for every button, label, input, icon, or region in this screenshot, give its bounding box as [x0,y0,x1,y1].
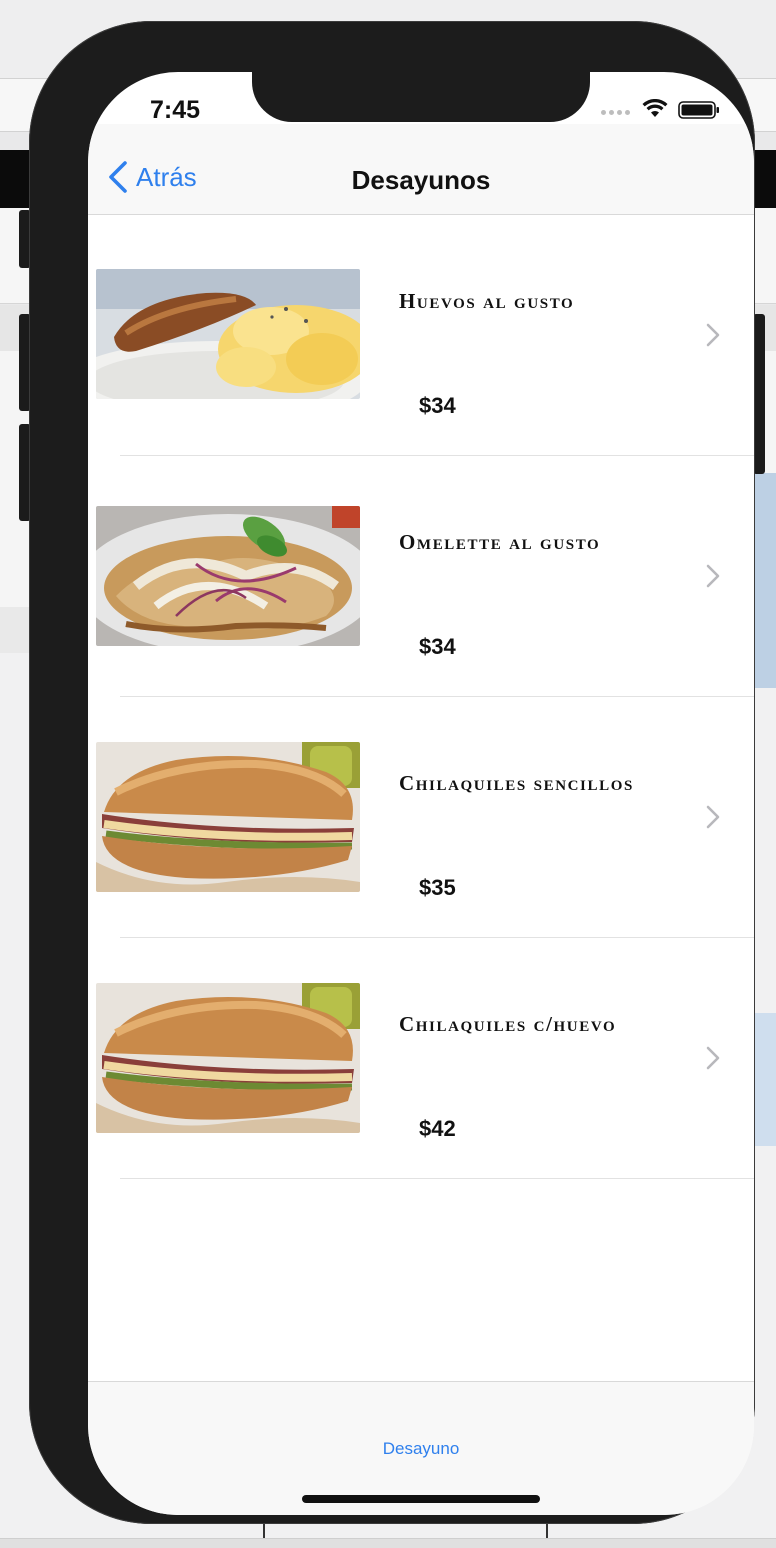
list-item[interactable]: Huevos al gusto $34 [88,215,754,456]
wifi-icon [642,99,668,117]
list-item[interactable]: Omelette al gusto $34 [88,456,754,697]
chevron-right-icon [706,1046,720,1070]
item-price: $34 [419,634,456,659]
item-name: Huevos al gusto [399,289,575,313]
chevron-right-icon [706,323,720,347]
signal-icon [601,110,630,115]
page-title: Desayunos [351,165,491,195]
list-item[interactable]: Chilaquiles sencillos $35 [88,697,754,938]
tab-bar: Desayuno [88,1381,754,1515]
item-name: Chilaquiles c/huevo [399,1012,617,1036]
background-bottom-bar [0,1538,776,1548]
chevron-right-icon [706,805,720,829]
list-item[interactable]: Chilaquiles c/huevo $42 [88,938,754,1179]
notch [252,72,590,122]
status-time: 7:45 [150,96,201,124]
battery-icon [678,101,719,119]
food-image [96,269,360,399]
menu-list: Huevos al gusto $34 Omelette al gusto $3… [88,215,754,1179]
item-name: Omelette al gusto [399,530,601,554]
food-image [96,506,360,646]
chevron-right-icon [706,564,720,588]
item-price: $42 [419,1116,456,1141]
home-indicator[interactable] [302,1495,540,1503]
item-name: Chilaquiles sencillos [399,771,634,795]
item-price: $34 [419,393,456,418]
item-price: $35 [419,875,456,900]
food-image [96,742,360,892]
phone-screen: 7:45 Atrás Desayunos Huevos al gusto $34… [88,72,754,1515]
phone-frame: 7:45 Atrás Desayunos Huevos al gusto $34… [29,21,755,1524]
tab-desayuno[interactable]: Desayuno [88,1439,754,1459]
food-image [96,983,360,1133]
